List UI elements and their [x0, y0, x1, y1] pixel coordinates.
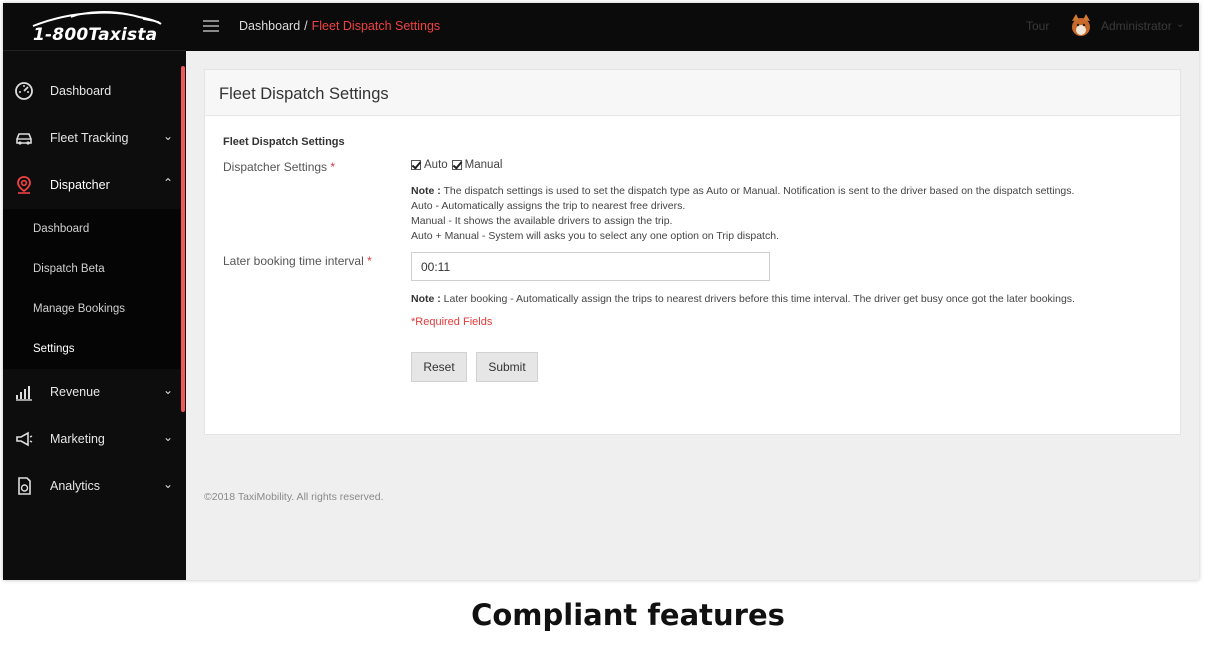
app-window: 1-800Taxista Dashboard / Fleet Dispatch Se…: [3, 3, 1199, 580]
footer-copyright: ©2018 TaxiMobility. All rights reserved.: [204, 491, 384, 503]
sidebar-item-marketing[interactable]: Marketing ⌄: [3, 416, 181, 463]
later-booking-label: Later booking time interval *: [223, 254, 372, 268]
submenu-item-dashboard[interactable]: Dashboard: [33, 223, 89, 235]
sidebar-item-label: Marketing: [50, 432, 105, 446]
dispatcher-submenu: Dashboard Dispatch Beta Manage Bookings …: [3, 209, 181, 369]
sidebar-item-fleet-tracking[interactable]: Fleet Tracking ⌄: [3, 115, 181, 162]
submit-button[interactable]: Submit: [476, 352, 538, 382]
chevron-down-icon[interactable]: ⌄: [1176, 19, 1184, 30]
megaphone-icon: [16, 431, 33, 447]
avatar[interactable]: [1067, 12, 1095, 40]
car-icon: [16, 133, 32, 145]
auto-label: Auto: [424, 159, 448, 171]
chevron-down-icon: ⌄: [163, 129, 174, 143]
sidebar-scrollbar[interactable]: [181, 66, 185, 412]
sidebar-item-dispatcher[interactable]: Dispatcher ⌃: [3, 162, 181, 209]
submenu-item-settings[interactable]: Settings: [33, 343, 75, 355]
menu-toggle-icon[interactable]: [203, 20, 219, 32]
sidebar-item-dashboard[interactable]: Dashboard: [3, 68, 181, 115]
breadcrumb-home[interactable]: Dashboard: [239, 19, 300, 33]
chevron-up-icon: ⌃: [163, 176, 174, 190]
bar-chart-icon: [16, 386, 32, 401]
card-header: Fleet Dispatch Settings: [205, 70, 1180, 116]
auto-checkbox[interactable]: [411, 160, 421, 170]
tour-link[interactable]: Tour: [1026, 19, 1049, 33]
document-chart-icon: [18, 477, 31, 495]
sidebar-item-label: Dispatcher: [50, 178, 110, 192]
required-fields-note: *Required Fields: [411, 316, 493, 328]
section-title: Fleet Dispatch Settings: [223, 136, 345, 148]
breadcrumb-separator: /: [304, 19, 308, 33]
sidebar-item-label: Analytics: [50, 479, 101, 493]
dashboard-gauge-icon: [15, 82, 33, 100]
sidebar-item-revenue[interactable]: Revenue ⌄: [3, 369, 181, 416]
chevron-down-icon: ⌄: [163, 477, 174, 491]
breadcrumb-current: Fleet Dispatch Settings: [311, 19, 441, 33]
manual-checkbox[interactable]: [451, 160, 462, 170]
later-booking-interval-input[interactable]: [411, 252, 770, 281]
submenu-item-dispatch-beta[interactable]: Dispatch Beta: [33, 263, 105, 275]
chevron-down-icon: ⌄: [163, 383, 174, 397]
settings-card: Fleet Dispatch Settings Fleet Dispatch S…: [204, 69, 1181, 435]
sidebar-item-analytics[interactable]: Analytics ⌄: [3, 463, 181, 510]
reset-button[interactable]: Reset: [411, 352, 467, 382]
dispatch-note: Note : The dispatch settings is used to …: [411, 185, 1075, 242]
user-menu[interactable]: Administrator: [1101, 19, 1172, 33]
manual-label: Manual: [464, 159, 503, 171]
location-pin-icon: [17, 176, 31, 194]
caption-heading: Compliant features: [471, 598, 785, 632]
page-title: Fleet Dispatch Settings: [219, 85, 389, 103]
submenu-item-manage-bookings[interactable]: Manage Bookings: [33, 303, 125, 315]
chevron-down-icon: ⌄: [163, 430, 174, 444]
breadcrumb: Dashboard / Fleet Dispatch Settings: [239, 19, 440, 33]
sidebar-item-label: Revenue: [50, 385, 101, 399]
sidebar: Dashboard Fleet Tracking ⌄ Dispatcher ⌃ …: [3, 51, 186, 580]
later-booking-note: Note : Later booking - Automatically ass…: [411, 293, 1075, 305]
logo[interactable]: 1-800Taxista: [3, 3, 186, 51]
logo-text: 1-800Taxista: [33, 25, 158, 45]
sidebar-item-label: Fleet Tracking: [50, 131, 129, 145]
dispatch-type-options: Auto Manual: [411, 159, 502, 171]
sidebar-item-label: Dashboard: [50, 84, 112, 98]
top-bar: 1-800Taxista Dashboard / Fleet Dispatch Se…: [3, 3, 1199, 51]
dispatcher-settings-label: Dispatcher Settings *: [223, 160, 336, 174]
